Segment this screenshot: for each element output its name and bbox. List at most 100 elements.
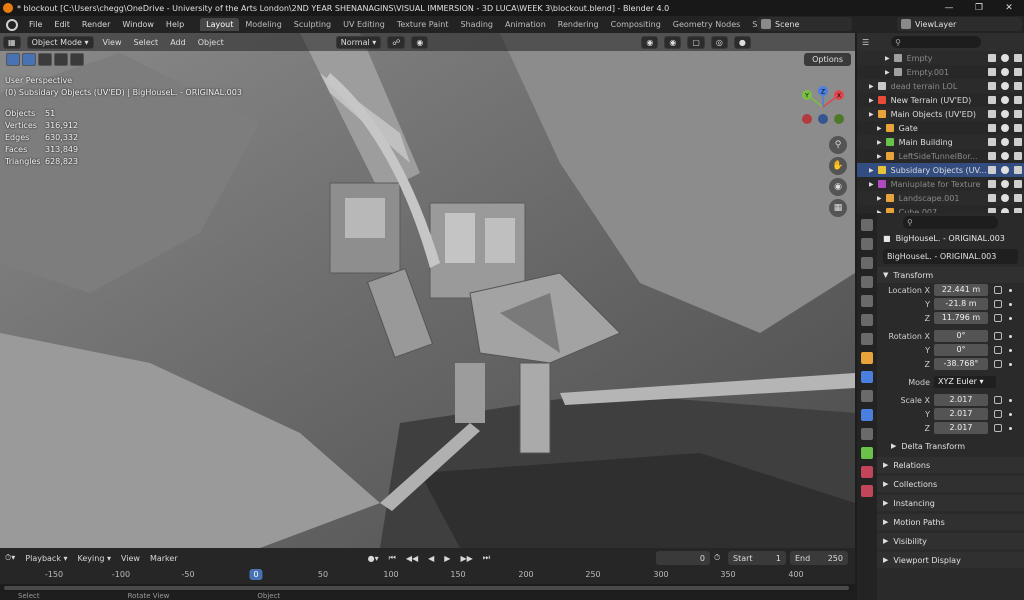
jump-keyframe-forward-icon[interactable]: ▶▶ — [455, 554, 477, 563]
select-mode-new-icon[interactable] — [22, 53, 36, 66]
camera-icon[interactable] — [1014, 152, 1022, 160]
location-y-field[interactable]: -21.8 m — [934, 298, 988, 310]
expand-arrow-icon[interactable]: ▶ — [869, 97, 874, 104]
object-name-field[interactable]: BigHouseL. - ORIGINAL.003 — [883, 249, 1018, 264]
menu-window[interactable]: Window — [116, 20, 160, 29]
editor-type-dropdown[interactable]: ▦ — [3, 35, 21, 49]
expand-arrow-icon[interactable]: ▶ — [877, 125, 882, 132]
view-layer-tab-icon[interactable] — [861, 276, 873, 288]
keyframe-dot-icon[interactable] — [1009, 398, 1012, 402]
lock-icon[interactable] — [994, 300, 1002, 308]
expand-arrow-icon[interactable]: ▶ — [869, 181, 874, 188]
lock-icon[interactable] — [994, 346, 1002, 354]
keyframe-dot-icon[interactable] — [1009, 288, 1012, 292]
lock-icon[interactable] — [994, 410, 1002, 418]
menu-help[interactable]: Help — [160, 20, 190, 29]
world-tab-icon[interactable] — [861, 314, 873, 326]
play-icon[interactable]: ▶ — [439, 554, 455, 563]
select-tool-icon[interactable] — [6, 53, 20, 66]
render-tab-icon[interactable] — [861, 238, 873, 250]
tab-layout[interactable]: Layout — [200, 18, 240, 31]
select-mode-extend-icon[interactable] — [38, 53, 52, 66]
motion-paths-panel-header[interactable]: ▶ Motion Paths — [877, 514, 1024, 530]
expand-arrow-icon[interactable]: ▶ — [877, 195, 882, 202]
viewport-menu-object[interactable]: Object — [192, 38, 230, 47]
timeline-scrollbar[interactable] — [4, 586, 849, 590]
overlays-icon[interactable]: ◉ — [664, 35, 682, 49]
zoom-icon[interactable]: ⚲ — [829, 136, 847, 154]
start-frame-field[interactable]: Start 1 — [728, 551, 786, 565]
collection-tab-icon[interactable] — [861, 333, 873, 345]
lock-icon[interactable] — [994, 424, 1002, 432]
jump-end-icon[interactable]: ⏭ — [478, 553, 495, 563]
keyframe-dot-icon[interactable] — [1009, 334, 1012, 338]
blender-logo-icon[interactable] — [6, 18, 18, 31]
minimize-icon[interactable]: — — [934, 0, 964, 16]
camera-icon[interactable] — [1014, 82, 1022, 90]
camera-icon[interactable] — [1014, 96, 1022, 104]
keyframe-dot-icon[interactable] — [1009, 426, 1012, 430]
outliner-editor-type-icon[interactable]: ☰ — [862, 38, 869, 47]
camera-icon[interactable] — [1014, 124, 1022, 132]
constraints-tab-icon[interactable] — [861, 428, 873, 440]
tab-texture-paint[interactable]: Texture Paint — [391, 18, 455, 31]
viewport-shading-icon[interactable]: ◉ — [641, 35, 659, 49]
close-icon[interactable]: ✕ — [994, 0, 1024, 16]
camera-icon[interactable] — [1014, 194, 1022, 202]
camera-icon[interactable] — [1014, 180, 1022, 188]
outliner-item[interactable]: ▶ Subsidary Objects (UV... — [857, 163, 1024, 177]
timeline-menu-keying[interactable]: Keying ▾ — [73, 554, 116, 563]
timeline-menu-playback[interactable]: Playback ▾ — [20, 554, 72, 563]
timeline-editor-type-icon[interactable]: ⏱▾ — [0, 553, 20, 563]
eye-icon[interactable] — [1001, 166, 1009, 174]
outliner-item[interactable]: ▶ Gate — [857, 121, 1024, 135]
viewport-menu-view[interactable]: View — [97, 38, 128, 47]
transform-panel-header[interactable]: ▼ Transform — [877, 267, 1024, 283]
maximize-icon[interactable]: ❐ — [964, 0, 994, 16]
eye-icon[interactable] — [1001, 124, 1009, 132]
menu-render[interactable]: Render — [76, 20, 116, 29]
tab-compositing[interactable]: Compositing — [605, 18, 667, 31]
expand-arrow-icon[interactable]: ▶ — [885, 55, 890, 62]
keyframe-dot-icon[interactable] — [1009, 362, 1012, 366]
checkbox-icon[interactable] — [988, 138, 996, 146]
texture-tab-icon[interactable] — [861, 485, 873, 497]
outliner-item[interactable]: ▶ New Terrain (UV'ED) — [857, 93, 1024, 107]
tab-geometry-nodes[interactable]: Geometry Nodes — [667, 18, 746, 31]
expand-arrow-icon[interactable]: ▶ — [885, 69, 890, 76]
physics-tab-icon[interactable] — [861, 409, 873, 421]
solid-shading-icon[interactable]: ● — [733, 35, 751, 49]
relations-panel-header[interactable]: ▶ Relations — [877, 457, 1024, 473]
outliner-item[interactable]: ▶ Maniuplate for Texture — [857, 177, 1024, 191]
keyframe-dot-icon[interactable] — [1009, 316, 1012, 320]
viewport-menu-add[interactable]: Add — [164, 38, 192, 47]
select-mode-subtract-icon[interactable] — [54, 53, 68, 66]
eye-icon[interactable] — [1001, 96, 1009, 104]
checkbox-icon[interactable] — [988, 124, 996, 132]
expand-arrow-icon[interactable]: ▶ — [869, 83, 874, 90]
menu-file[interactable]: File — [23, 20, 48, 29]
location-x-field[interactable]: 22.441 m — [934, 284, 988, 296]
expand-arrow-icon[interactable]: ▶ — [869, 167, 874, 174]
playhead[interactable]: 0 — [249, 569, 263, 580]
eye-icon[interactable] — [1001, 110, 1009, 118]
scale-x-field[interactable]: 2.017 — [934, 394, 988, 406]
outliner-item[interactable]: ▶ Main Objects (UV'ED) — [857, 107, 1024, 121]
ortho-grid-icon[interactable]: ▦ — [829, 199, 847, 217]
camera-icon[interactable] — [1014, 68, 1022, 76]
camera-icon[interactable] — [1014, 110, 1022, 118]
outliner-item[interactable]: ▶ LeftSideTunnelBor... — [857, 149, 1024, 163]
scale-z-field[interactable]: 2.017 — [934, 422, 988, 434]
eye-icon[interactable] — [1001, 54, 1009, 62]
viewport-display-panel-header[interactable]: ▶ Viewport Display — [877, 552, 1024, 568]
collections-panel-header[interactable]: ▶ Collections — [877, 476, 1024, 492]
play-reverse-icon[interactable]: ◀ — [423, 554, 439, 563]
proportional-edit-icon[interactable]: ◉ — [411, 35, 429, 49]
tab-shading[interactable]: Shading — [454, 18, 499, 31]
checkbox-icon[interactable] — [988, 152, 996, 160]
checkbox-icon[interactable] — [988, 166, 996, 174]
instancing-panel-header[interactable]: ▶ Instancing — [877, 495, 1024, 511]
eye-icon[interactable] — [1001, 138, 1009, 146]
visibility-panel-header[interactable]: ▶ Visibility — [877, 533, 1024, 549]
data-tab-icon[interactable] — [861, 447, 873, 459]
